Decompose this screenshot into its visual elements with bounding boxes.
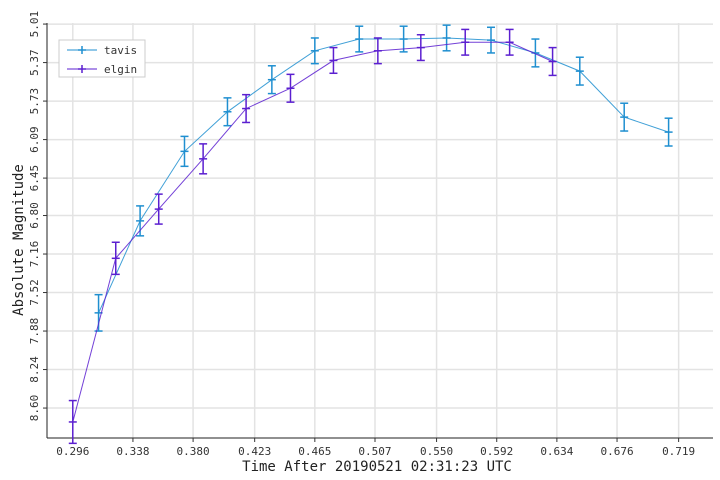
series-line-tavis bbox=[98, 37, 669, 314]
y-tick-label: 5.37 bbox=[28, 49, 41, 75]
y-tick-label: 8.24 bbox=[28, 356, 41, 383]
series-layer bbox=[68, 24, 673, 445]
y-axis-label: Absolute Magnitude bbox=[11, 164, 27, 316]
y-tick-label: 7.52 bbox=[28, 279, 41, 306]
legend-label-elgin: elgin bbox=[104, 63, 137, 76]
x-tick-label: 0.380 bbox=[177, 445, 210, 458]
x-tick-label: 0.676 bbox=[600, 445, 633, 458]
x-tick-label: 0.550 bbox=[420, 445, 453, 458]
x-tick-label: 0.634 bbox=[540, 445, 573, 458]
y-tick-label: 6.80 bbox=[28, 202, 41, 229]
x-tick-label: 0.719 bbox=[662, 445, 695, 458]
x-axis: 0.296 0.338 0.380 0.423 0.465 0.507 0.550 0.592… bbox=[56, 438, 695, 458]
x-tick-label: 0.338 bbox=[116, 445, 149, 458]
y-tick-label: 6.45 bbox=[28, 165, 41, 192]
light-curve-chart: 0.296 0.338 0.380 0.423 0.465 0.507 0.550 0.592… bbox=[11, 11, 713, 475]
series-line-elgin bbox=[72, 41, 553, 423]
grid bbox=[47, 23, 713, 438]
x-tick-label: 0.296 bbox=[56, 445, 89, 458]
y-tick-label: 7.16 bbox=[28, 241, 41, 268]
y-tick-label: 5.73 bbox=[28, 88, 41, 115]
y-tick-label: 6.09 bbox=[28, 126, 41, 153]
y-tick-label: 5.01 bbox=[28, 11, 41, 38]
legend: tavis elgin bbox=[58, 39, 146, 78]
y-tick-label: 8.60 bbox=[28, 395, 41, 422]
x-tick-label: 0.465 bbox=[298, 445, 331, 458]
x-tick-label: 0.507 bbox=[358, 445, 391, 458]
x-tick-label: 0.423 bbox=[238, 445, 271, 458]
x-tick-label: 0.592 bbox=[480, 445, 513, 458]
legend-label-tavis: tavis bbox=[104, 44, 137, 57]
x-axis-label: Time After 20190521 02:31:23 UTC bbox=[242, 459, 512, 475]
y-axis: 5.01 5.37 5.73 6.09 6.45 6.80 7.16 7.52 7.88 8.24… bbox=[28, 11, 47, 421]
axis-frame bbox=[46, 23, 713, 439]
y-tick-label: 7.88 bbox=[28, 318, 41, 345]
